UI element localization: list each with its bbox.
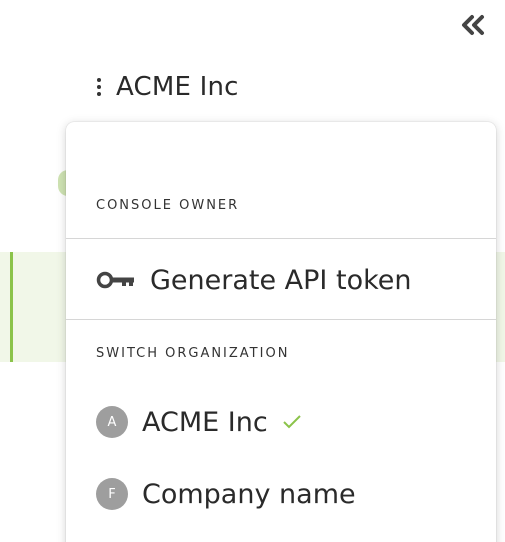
org-option-label: Company name bbox=[142, 478, 356, 510]
sidebar-active-indicator bbox=[10, 252, 13, 362]
generate-api-token-item[interactable]: Generate API token bbox=[96, 258, 411, 302]
double-chevron-left-icon bbox=[459, 14, 487, 40]
org-option-acme[interactable]: A ACME Inc bbox=[96, 402, 302, 442]
switch-organization-heading: SWITCH ORGANIZATION bbox=[96, 346, 290, 361]
checkmark-icon bbox=[282, 412, 302, 432]
org-switcher[interactable]: ACME Inc bbox=[92, 66, 239, 108]
org-option-company[interactable]: F Company name bbox=[96, 474, 356, 514]
org-dropdown-menu: CONSOLE OWNER Generate API token SWITCH … bbox=[66, 122, 496, 542]
org-avatar: A bbox=[96, 406, 128, 438]
menu-divider bbox=[66, 319, 496, 320]
collapse-sidebar-button[interactable] bbox=[453, 10, 493, 44]
kebab-menu-icon bbox=[92, 75, 106, 99]
org-avatar: F bbox=[96, 478, 128, 510]
generate-api-token-label: Generate API token bbox=[150, 264, 412, 296]
console-page: ACME Inc CONSOLE OWNER Generate API toke… bbox=[0, 0, 505, 542]
console-owner-heading: CONSOLE OWNER bbox=[96, 198, 240, 213]
org-option-label: ACME Inc bbox=[142, 406, 268, 438]
menu-divider bbox=[66, 238, 496, 239]
key-icon bbox=[96, 269, 138, 291]
current-org-name: ACME Inc bbox=[116, 72, 239, 102]
